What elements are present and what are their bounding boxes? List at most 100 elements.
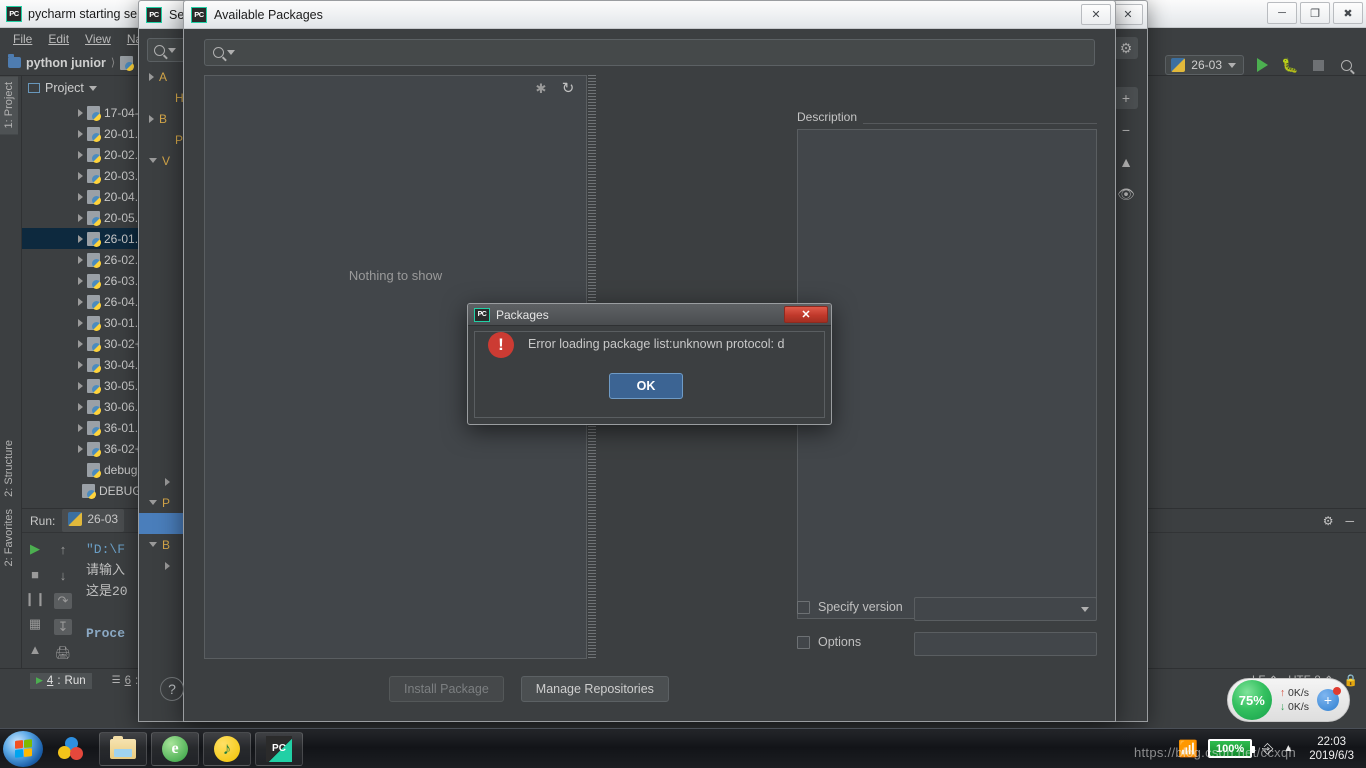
menu-view[interactable]: View — [78, 30, 118, 48]
expand-arrow-icon[interactable] — [78, 318, 83, 327]
expand-arrow-icon[interactable] — [149, 72, 154, 81]
stop-button[interactable] — [1308, 55, 1328, 75]
show-hidden-icons-icon[interactable]: ▲ — [1283, 743, 1293, 754]
tree-item[interactable]: 26-02. — [22, 249, 139, 270]
hide-icon[interactable]: ─ — [1345, 514, 1354, 528]
security-speed-widget[interactable]: 75% ↑ 0K/s ↓ 0K/s + — [1226, 678, 1350, 722]
chevron-down-icon[interactable] — [227, 50, 235, 55]
battery-indicator[interactable]: 100% — [1208, 739, 1256, 758]
expand-arrow-icon[interactable] — [78, 213, 83, 222]
scroll-to-end-icon[interactable]: ↧ — [54, 619, 72, 635]
widget-add-button[interactable]: + — [1317, 687, 1341, 711]
tree-item[interactable]: 30-01. — [22, 312, 139, 333]
layout-icon[interactable]: ▦ — [26, 616, 44, 632]
expand-arrow-icon[interactable] — [78, 129, 83, 138]
packages-close-button[interactable]: ✕ — [1081, 4, 1111, 25]
sidebar-item-favorites[interactable]: 2: Favorites — [0, 503, 18, 572]
run-button[interactable] — [1252, 55, 1272, 75]
options-input[interactable] — [914, 632, 1097, 656]
taskbar-360-browser[interactable]: e — [151, 731, 199, 766]
tree-item[interactable]: 30-06. — [22, 396, 139, 417]
expand-arrow-icon[interactable] — [149, 158, 157, 163]
tree-item[interactable]: 26-01. — [22, 228, 139, 249]
tree-item[interactable]: 20-03. — [22, 165, 139, 186]
gear-icon[interactable]: ⚙ — [1114, 37, 1138, 59]
expand-arrow-icon[interactable] — [149, 500, 157, 505]
tree-item[interactable]: 26-03. — [22, 270, 139, 291]
expand-arrow-icon[interactable] — [165, 561, 170, 570]
chevron-down-icon[interactable] — [88, 85, 97, 91]
expand-arrow-icon[interactable] — [78, 255, 83, 264]
down-arrow-icon[interactable]: ↓ — [54, 567, 72, 583]
expand-arrow-icon[interactable] — [78, 297, 83, 306]
gear-icon[interactable]: ⚙ — [1323, 514, 1334, 528]
wifi-icon[interactable]: 📶 — [1178, 739, 1198, 759]
expand-arrow-icon[interactable] — [78, 339, 83, 348]
install-package-button[interactable]: Install Package — [389, 676, 504, 702]
print-icon[interactable]: 🖨 — [54, 645, 72, 661]
pause-icon[interactable]: ❙❙ — [24, 591, 46, 607]
expand-arrow-icon[interactable] — [78, 150, 83, 159]
specify-version-select[interactable] — [914, 597, 1097, 621]
debug-button[interactable]: 🐛 — [1280, 55, 1300, 75]
tree-item[interactable]: 30-04. — [22, 354, 139, 375]
expand-arrow-icon[interactable] — [78, 381, 83, 390]
tree-item[interactable]: 17-04- — [22, 102, 139, 123]
close-button[interactable]: ✖ — [1333, 2, 1363, 24]
rerun-icon[interactable]: ▶ — [26, 541, 44, 557]
breadcrumb-project[interactable]: python junior — [26, 56, 106, 70]
sidebar-item-structure[interactable]: 2: Structure — [0, 434, 18, 503]
tree-item[interactable]: 20-04. — [22, 186, 139, 207]
stop-icon[interactable]: ■ — [26, 566, 44, 582]
lock-icon[interactable]: 🔒 — [1344, 673, 1358, 687]
up-arrow-icon[interactable]: ▲ — [1114, 151, 1138, 173]
tree-item[interactable]: 20-05. — [22, 207, 139, 228]
options-checkbox[interactable] — [797, 635, 810, 649]
manage-repositories-button[interactable]: Manage Repositories — [520, 676, 669, 702]
expand-arrow-icon[interactable] — [149, 114, 154, 123]
tree-item[interactable]: debug — [22, 459, 139, 480]
expand-arrow-icon[interactable] — [78, 402, 83, 411]
taskbar-file-explorer[interactable] — [99, 731, 147, 766]
settings-close-button[interactable]: ✕ — [1113, 4, 1143, 25]
tree-item[interactable]: 36-02+ — [22, 438, 139, 459]
minus-icon[interactable]: − — [1114, 119, 1138, 141]
expand-arrow-icon[interactable] — [78, 108, 83, 117]
expand-arrow-icon[interactable] — [78, 360, 83, 369]
expand-arrow-icon[interactable] — [78, 192, 83, 201]
run-configuration-selector[interactable]: 26-03 — [1165, 55, 1244, 75]
tree-item[interactable]: 20-01. — [22, 123, 139, 144]
expand-arrow-icon[interactable] — [149, 542, 157, 547]
up-arrow-icon[interactable]: ↑ — [54, 541, 72, 557]
sidebar-item-project[interactable]: 1: Project — [0, 76, 18, 135]
bottom-tab-run[interactable]: ▶ 4: Run — [30, 672, 92, 689]
minimize-button[interactable]: ─ — [1267, 2, 1297, 24]
menu-file[interactable]: File — [6, 30, 39, 48]
tree-item[interactable]: 26-04. — [22, 291, 139, 312]
ok-button[interactable]: OK — [609, 373, 683, 399]
expand-arrow-icon[interactable] — [78, 171, 83, 180]
help-button[interactable]: ? — [160, 677, 184, 701]
tree-item[interactable]: DEBUG — [22, 480, 139, 501]
run-tab-26-03[interactable]: 26-03 — [62, 509, 125, 532]
expand-arrow-icon[interactable] — [78, 276, 83, 285]
eye-icon[interactable]: 👁 — [1114, 183, 1138, 205]
expand-arrow-icon[interactable] — [78, 444, 83, 453]
search-everywhere-icon[interactable] — [1336, 55, 1356, 75]
expand-arrow-icon[interactable] — [78, 234, 83, 243]
menu-edit[interactable]: Edit — [41, 30, 76, 48]
pin-icon[interactable]: ▲ — [26, 641, 44, 657]
error-close-button[interactable]: ✕ — [784, 306, 828, 323]
soft-wrap-icon[interactable]: ↷ — [54, 593, 72, 609]
specify-version-checkbox[interactable] — [797, 600, 810, 614]
taskbar-qq-music[interactable]: ♪ — [203, 731, 251, 766]
taskbar-clock[interactable]: 22:03 2019/6/3 — [1303, 735, 1360, 763]
expand-arrow-icon[interactable] — [165, 477, 170, 486]
package-search-input[interactable] — [204, 39, 1095, 66]
plus-icon[interactable]: + — [1114, 87, 1138, 109]
start-button[interactable] — [3, 730, 43, 767]
tree-item[interactable]: 36-01. — [22, 417, 139, 438]
expand-arrow-icon[interactable] — [78, 423, 83, 432]
tree-item[interactable]: 30-05. — [22, 375, 139, 396]
refresh-icon[interactable]: ↻ — [560, 81, 576, 97]
